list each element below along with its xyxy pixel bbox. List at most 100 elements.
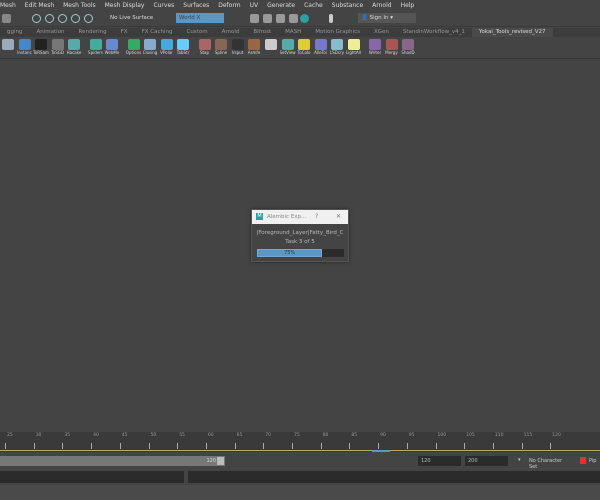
- shelf-tab[interactable]: Rendering: [72, 28, 114, 37]
- snap-grid-icon[interactable]: [32, 14, 41, 23]
- shelf-button[interactable]: ToColo: [296, 39, 312, 57]
- sign-in-button[interactable]: 👤 Sign In ▾: [358, 13, 416, 23]
- shelf-button[interactable]: WebMe: [104, 39, 120, 57]
- shelf-button-label: WebMe: [104, 50, 120, 55]
- shelf-tab[interactable]: gging: [0, 28, 30, 37]
- render-settings-icon[interactable]: [276, 14, 285, 23]
- shelf-button[interactable]: LightAll: [346, 39, 362, 57]
- shelf-button-label: LightAll: [346, 50, 361, 55]
- timeline-tick-label: 85: [351, 433, 358, 438]
- menu-edit-mesh[interactable]: Edit Mesh: [25, 2, 54, 9]
- menu-deform[interactable]: Deform: [218, 2, 240, 9]
- timeline-tick-label: 80: [322, 433, 329, 438]
- shelf-tool-icon: [314, 39, 327, 50]
- snap-point-icon[interactable]: [58, 14, 67, 23]
- menu-uv[interactable]: UV: [250, 2, 259, 9]
- shelf-tab[interactable]: FX: [114, 28, 135, 37]
- shelf-button[interactable]: Vsput: [230, 39, 246, 57]
- shelf-tab[interactable]: Animation: [30, 28, 72, 37]
- menu-surfaces[interactable]: Surfaces: [183, 2, 209, 9]
- shelf-button[interactable]: ToRSam: [33, 39, 49, 57]
- ipr-render-icon[interactable]: [263, 14, 272, 23]
- menu-mesh-display[interactable]: Mesh Display: [105, 2, 145, 9]
- menu-mesh[interactable]: Mesh: [0, 2, 16, 9]
- end-time-field[interactable]: 120: [418, 456, 461, 466]
- shelf-button[interactable]: VPolar: [159, 39, 175, 57]
- task-label: Task 3 of 5: [285, 239, 315, 245]
- character-set-dropdown-icon[interactable]: ▾: [518, 457, 521, 463]
- shelf-button-label: ShadD: [401, 50, 415, 55]
- close-button[interactable]: ✕: [336, 213, 341, 220]
- snap-curve-icon[interactable]: [45, 14, 54, 23]
- shelf-tab[interactable]: Yokai_Tools_revised_V27: [471, 28, 553, 37]
- shelf-button[interactable]: Spline: [213, 39, 229, 57]
- shelf-button[interactable]: ShadD: [400, 39, 416, 57]
- shelf-button-label: TabStr: [176, 50, 190, 55]
- menu-generate[interactable]: Generate: [267, 2, 295, 9]
- pause-icon[interactable]: [329, 14, 333, 23]
- shelf-tool-icon: [144, 39, 156, 50]
- current-frame-marker[interactable]: [372, 450, 391, 452]
- shelf-button[interactable]: TabStr: [175, 39, 191, 57]
- shelf-tool-icon: [248, 39, 260, 50]
- shelf-tab[interactable]: Custom: [179, 28, 214, 37]
- shelf-tab[interactable]: FX Caching: [135, 28, 180, 37]
- timeline-tick-label: 55: [179, 433, 185, 438]
- range-slider[interactable]: 120: [0, 456, 225, 466]
- shelf-button-label: Vsput: [231, 50, 244, 55]
- shelf-tab[interactable]: XGen: [367, 28, 396, 37]
- timeline-tick: [33, 443, 35, 449]
- shelf-button[interactable]: LSDcry: [329, 39, 345, 57]
- shelf-button-label: ToRSam: [33, 50, 49, 55]
- shelf-button[interactable]: ToSGD: [50, 39, 66, 57]
- shelf-tab[interactable]: Bifrost: [246, 28, 278, 37]
- shelf-button[interactable]: Spiders: [88, 39, 104, 57]
- menu-mesh-tools[interactable]: Mesh Tools: [63, 2, 95, 9]
- export-item-label: |Foreground_Layer|Fatty_Bird_C: [256, 230, 344, 236]
- menu-arnold[interactable]: Arnold: [372, 2, 391, 9]
- auto-key-icon[interactable]: [580, 457, 586, 464]
- shelf-button[interactable]: AlleToi: [313, 39, 329, 57]
- shelf-button[interactable]: Writer: [367, 39, 383, 57]
- shelf-button[interactable]: Options: [126, 39, 142, 57]
- shelf-button[interactable]: SetView: [280, 39, 296, 57]
- shelf-button[interactable]: Mergy: [384, 39, 400, 57]
- live-surface-field[interactable]: No Live Surface: [107, 13, 156, 23]
- shelf-tool-icon: [89, 39, 102, 50]
- hypershade-icon[interactable]: [289, 14, 298, 23]
- help-button[interactable]: ?: [315, 213, 318, 220]
- menu-curves[interactable]: Curves: [153, 2, 174, 9]
- menu-help[interactable]: Help: [401, 2, 415, 9]
- timeline-tick: [5, 443, 6, 449]
- shelf-tab[interactable]: Arnold: [215, 28, 247, 37]
- snap-view-icon[interactable]: [71, 14, 80, 23]
- world-field[interactable]: World X: [176, 13, 224, 23]
- shelf-button-label: Closing: [142, 50, 158, 55]
- max-time-field[interactable]: 200: [465, 456, 508, 466]
- shelf-button[interactable]: Asmfe: [246, 39, 262, 57]
- render-icon[interactable]: [250, 14, 259, 23]
- menu-substance[interactable]: Substance: [332, 2, 363, 9]
- shelf-tab[interactable]: MASH: [278, 28, 308, 37]
- command-input[interactable]: [0, 471, 184, 483]
- shelf-tool-icon: [35, 39, 47, 50]
- menu-cache[interactable]: Cache: [304, 2, 323, 9]
- snap-surface-icon[interactable]: [84, 14, 93, 23]
- shelf-button[interactable]: [0, 39, 16, 57]
- shelf-tab[interactable]: StandinWorkflow_v4_1: [396, 28, 472, 37]
- character-set-field[interactable]: No Character Set: [526, 456, 574, 470]
- shelf-button[interactable]: Hacake: [66, 39, 82, 57]
- shelf-tab[interactable]: Motion Graphics: [308, 28, 367, 37]
- time-slider[interactable]: 25 30 35 40 45 50 55 60 65 70 75 80 85 90 95 100 105 110 1…: [0, 432, 600, 452]
- render-view-icon[interactable]: [300, 14, 309, 23]
- shelf-button[interactable]: Instanc: [17, 39, 33, 57]
- shelf-button-label: Instanc: [17, 50, 32, 55]
- shelf-button[interactable]: Closing: [142, 39, 158, 57]
- shelf-button[interactable]: [263, 39, 279, 57]
- select-tool-icon[interactable]: [2, 14, 11, 23]
- timeline-tick: [148, 443, 150, 449]
- shelf-tool-icon: [177, 39, 189, 50]
- shelf-button[interactable]: Stap: [197, 39, 213, 57]
- playback-prefs[interactable]: Pip: [589, 458, 596, 464]
- range-handle[interactable]: [217, 457, 224, 465]
